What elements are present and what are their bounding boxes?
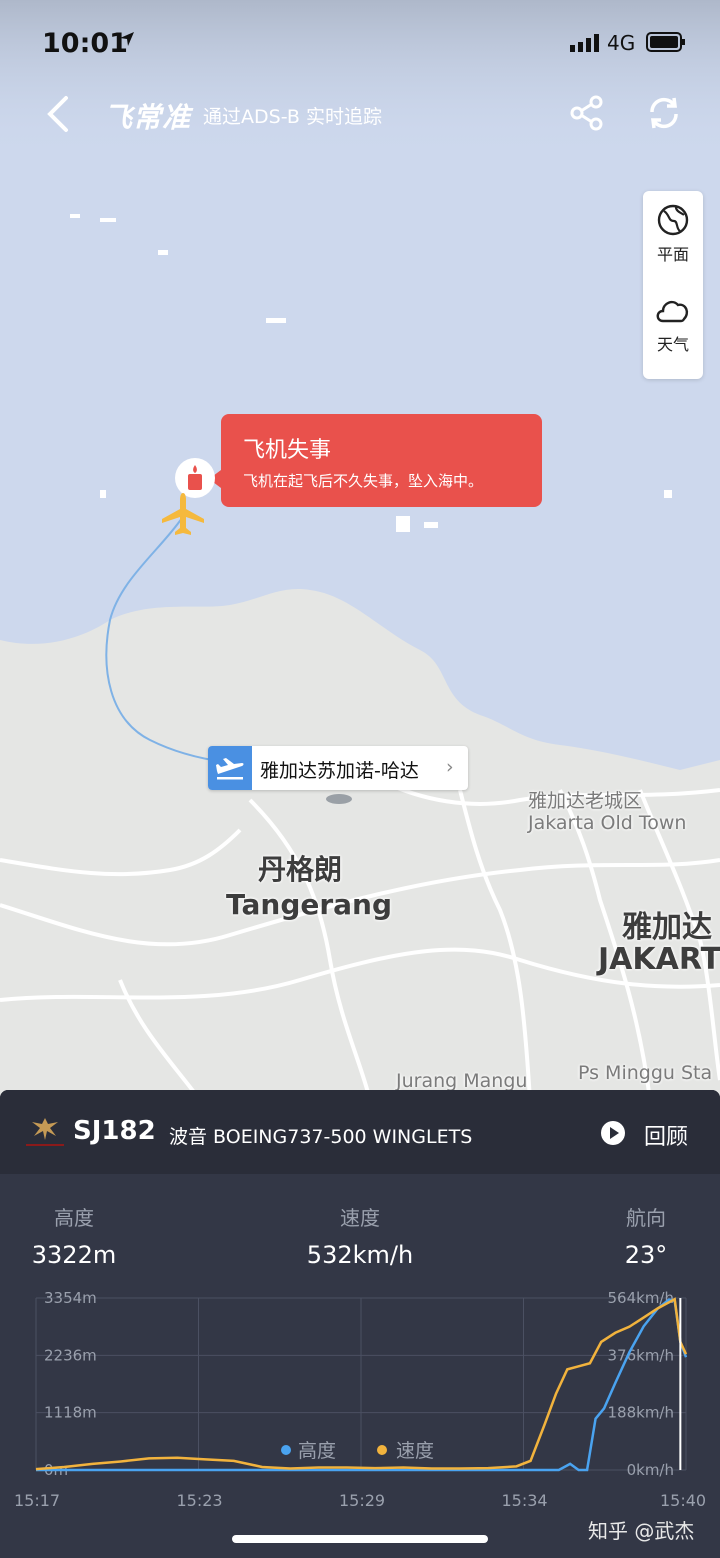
altitude-stat: 高度 3322m [24, 1202, 124, 1269]
speed-stat: 速度 532km/h [290, 1202, 430, 1269]
altitude-value: 3322m [31, 1241, 117, 1269]
location-arrow-icon [120, 32, 134, 46]
watermark: 知乎 @武杰 [588, 1519, 695, 1543]
status-time: 10:01 [42, 28, 128, 59]
flight-number: SJ182 [73, 1116, 156, 1146]
share-icon[interactable] [568, 94, 606, 132]
map-label-jurang-mangu: Jurang Mangu [396, 1070, 528, 1092]
legend-altitude-label: 高度 [298, 1440, 336, 1462]
chart-x-tick: 15:40 [660, 1491, 706, 1510]
heading-stat: 航向 23° [606, 1202, 686, 1269]
chart-y-left-tick: 1118m [44, 1404, 97, 1422]
map-view[interactable] [0, 0, 720, 1100]
chart-y-left-tick: 2236m [44, 1346, 97, 1364]
airplane-icon[interactable] [160, 491, 206, 537]
map-label-jakarta-en: JAKART [598, 942, 720, 977]
map-label-old-town-en: Jakarta Old Town [528, 812, 687, 834]
chart-y-right-tick: 0km/h [627, 1461, 674, 1479]
flight-header: SJ182 波音 BOEING737-500 WINGLETS 回顾 [0, 1090, 720, 1174]
airport-name: 雅加达苏加诺-哈达 [260, 760, 419, 782]
heading-value: 23° [624, 1241, 668, 1269]
map-side-controls: 平面 天气 [643, 191, 703, 379]
accident-alert[interactable]: 飞机失事 飞机在起飞后不久失事，坠入海中。 [209, 414, 542, 507]
tracking-subtitle: 通过ADS-B 实时追踪 [203, 106, 382, 128]
airport-label-card[interactable]: 雅加达苏加诺-哈达 › [208, 746, 468, 790]
replay-button[interactable]: 回顾 [644, 1119, 688, 1151]
departure-icon [208, 746, 252, 790]
signal-icon [570, 34, 599, 52]
map-label-old-town-cn: 雅加达老城区 [528, 790, 643, 812]
battery-icon [646, 32, 685, 52]
chart-y-right-tick: 376km/h [608, 1346, 675, 1364]
map-mode-button[interactable]: 平面 [643, 203, 703, 265]
chart-x-tick: 15:29 [339, 1491, 385, 1510]
network-type: 4G [607, 31, 636, 55]
flight-profile-chart[interactable]: 15:17 15:23 15:29 15:34 15:400m1118m2236m335… [0, 1286, 720, 1516]
chart-y-left-tick: 3354m [44, 1289, 97, 1307]
chevron-right-icon: › [446, 756, 454, 778]
status-bar: 10:01 4G [0, 0, 720, 86]
altitude-label: 高度 [54, 1206, 94, 1230]
cloud-icon [656, 300, 689, 323]
nav-bar: 飞常准 通过ADS-B 实时追踪 [0, 86, 720, 142]
weather-label: 天气 [656, 335, 689, 354]
legend-speed-marker [377, 1445, 387, 1455]
map-mode-label: 平面 [656, 245, 689, 264]
map-label-jakarta-cn: 雅加达 [622, 910, 712, 945]
speed-value: 532km/h [306, 1241, 414, 1269]
map-label-ps-minggu: Ps Minggu Sta [578, 1062, 713, 1084]
speed-label: 速度 [340, 1206, 380, 1230]
chart-x-tick: 15:34 [502, 1491, 548, 1510]
alert-title: 飞机失事 [243, 438, 332, 463]
aircraft-type: 波音 BOEING737-500 WINGLETS [169, 1126, 473, 1148]
chart-x-tick: 15:23 [177, 1491, 223, 1510]
alert-message: 飞机在起飞后不久失事，坠入海中。 [243, 472, 484, 490]
back-arrow-icon[interactable] [40, 94, 80, 134]
globe-icon [657, 204, 689, 236]
legend-speed-label: 速度 [396, 1440, 434, 1462]
weather-button[interactable]: 天气 [643, 293, 703, 355]
chart-y-right-tick: 188km/h [608, 1404, 675, 1422]
play-icon[interactable] [600, 1120, 626, 1146]
chart-x-tick: 15:17 [14, 1491, 60, 1510]
airport-runway-icon [326, 794, 352, 804]
map-label-tangerang-cn: 丹格朗 [258, 853, 343, 886]
airline-logo-icon [26, 1118, 64, 1146]
app-brand: 飞常准 [104, 101, 192, 134]
legend-altitude-marker [281, 1445, 291, 1455]
map-label-tangerang-en: Tangerang [226, 888, 393, 921]
heading-label: 航向 [626, 1206, 666, 1230]
refresh-icon[interactable] [645, 94, 683, 132]
home-indicator [232, 1535, 488, 1543]
